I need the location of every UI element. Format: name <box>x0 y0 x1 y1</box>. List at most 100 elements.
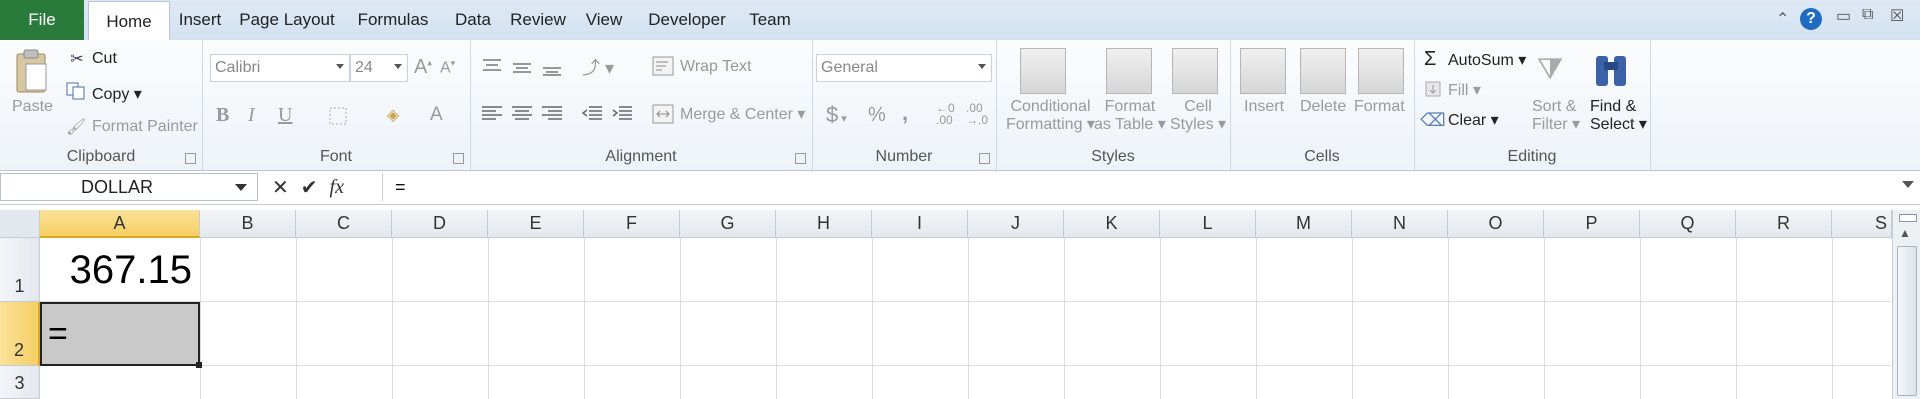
number-launcher-icon[interactable] <box>979 153 990 164</box>
percent-button[interactable]: % <box>868 104 886 127</box>
tab-formulas[interactable]: Formulas <box>342 0 444 40</box>
name-box[interactable]: DOLLAR <box>0 173 258 201</box>
column-header-r[interactable]: R <box>1736 210 1832 238</box>
column-header-b[interactable]: B <box>200 210 296 238</box>
tab-insert[interactable]: Insert <box>168 0 232 40</box>
merge-center-icon[interactable] <box>652 104 674 124</box>
tab-developer[interactable]: Developer <box>634 0 740 40</box>
paste-icon[interactable] <box>14 48 48 94</box>
bold-button[interactable]: B <box>216 104 229 127</box>
top-align-icon[interactable] <box>480 56 504 74</box>
fill-icon[interactable] <box>1424 80 1442 98</box>
delete-cells-icon[interactable] <box>1300 48 1346 94</box>
italic-button[interactable]: I <box>248 104 255 127</box>
column-header-s[interactable]: S <box>1832 210 1892 238</box>
fill-color-icon[interactable]: ◈ <box>382 104 404 126</box>
insert-cells-button[interactable]: Insert <box>1244 98 1284 116</box>
cell-styles-button[interactable]: Cell Styles ▾ <box>1170 98 1226 134</box>
insert-cells-icon[interactable] <box>1240 48 1286 94</box>
insert-function-icon[interactable]: fx <box>330 176 344 199</box>
confirm-entry-icon[interactable]: ✔ <box>301 175 318 200</box>
increase-indent-icon[interactable] <box>610 104 634 122</box>
alignment-launcher-icon[interactable] <box>795 153 806 164</box>
cell-styles-icon[interactable] <box>1172 48 1218 94</box>
sort-filter-icon[interactable]: ⧩ <box>1530 48 1570 92</box>
window-minimize-icon[interactable]: ▭ <box>1836 6 1851 26</box>
align-left-icon[interactable] <box>480 104 504 122</box>
fill-handle[interactable] <box>196 362 202 368</box>
row-header-3[interactable]: 3 <box>0 366 40 399</box>
find-select-binoculars-icon[interactable] <box>1590 48 1632 92</box>
column-header-n[interactable]: N <box>1352 210 1448 238</box>
column-header-c[interactable]: C <box>296 210 392 238</box>
copy-icon[interactable] <box>66 82 86 100</box>
row-header-2[interactable]: 2 <box>0 302 40 366</box>
grow-font-icon[interactable]: A▴ <box>414 56 432 79</box>
cut-button[interactable]: Cut <box>92 50 117 68</box>
align-center-icon[interactable] <box>510 104 534 122</box>
number-format-combo[interactable]: General <box>816 54 992 82</box>
font-launcher-icon[interactable] <box>453 153 464 164</box>
merge-center-button[interactable]: Merge & Center ▾ <box>680 104 805 124</box>
middle-align-icon[interactable] <box>510 58 534 76</box>
delete-cells-button[interactable]: Delete <box>1300 98 1346 116</box>
format-painter-button[interactable]: Format Painter <box>92 118 198 136</box>
borders-icon[interactable] <box>328 106 348 126</box>
minimize-ribbon-icon[interactable]: ⌃ <box>1776 9 1789 29</box>
underline-button[interactable]: U <box>278 104 292 127</box>
font-name-combo[interactable]: Calibri <box>210 54 350 82</box>
increase-decimal-icon[interactable]: ←0.00 <box>936 102 955 126</box>
format-cells-icon[interactable] <box>1358 48 1404 94</box>
column-header-q[interactable]: Q <box>1640 210 1736 238</box>
formula-input[interactable]: = <box>382 173 1892 201</box>
scroll-up-icon[interactable]: ▲ <box>1899 226 1911 240</box>
comma-style-button[interactable]: , <box>902 100 908 126</box>
clear-eraser-icon[interactable]: ⌫ <box>1420 110 1445 130</box>
column-header-m[interactable]: M <box>1256 210 1352 238</box>
decrease-decimal-icon[interactable]: .00 →.0 <box>966 102 988 126</box>
column-header-k[interactable]: K <box>1064 210 1160 238</box>
column-header-p[interactable]: P <box>1544 210 1640 238</box>
column-header-a[interactable]: A <box>40 210 200 238</box>
autosum-icon[interactable]: Σ <box>1424 48 1436 71</box>
column-header-f[interactable]: F <box>584 210 680 238</box>
wrap-text-button[interactable]: Wrap Text <box>680 58 751 76</box>
sort-filter-button[interactable]: Sort & Filter ▾ <box>1532 98 1580 134</box>
font-color-icon[interactable]: A <box>430 104 443 126</box>
select-all-corner[interactable] <box>0 210 40 238</box>
tab-home[interactable]: Home <box>88 1 170 42</box>
column-header-o[interactable]: O <box>1448 210 1544 238</box>
column-header-l[interactable]: L <box>1160 210 1256 238</box>
column-header-g[interactable]: G <box>680 210 776 238</box>
tab-review[interactable]: Review <box>502 0 574 40</box>
bottom-align-icon[interactable] <box>540 60 564 78</box>
fill-button[interactable]: Fill ▾ <box>1448 80 1481 100</box>
help-icon[interactable]: ? <box>1800 8 1822 30</box>
format-as-table-button[interactable]: Format as Table ▾ <box>1094 98 1166 134</box>
align-right-icon[interactable] <box>540 104 564 122</box>
conditional-formatting-button[interactable]: Conditional Formatting ▾ <box>1006 98 1095 134</box>
currency-button[interactable]: $ ▾ <box>826 102 847 128</box>
cancel-entry-icon[interactable]: ✕ <box>272 175 289 200</box>
cell-a1[interactable]: 367.15 <box>40 238 200 302</box>
clear-button[interactable]: Clear ▾ <box>1448 110 1499 130</box>
format-painter-icon[interactable]: 🖌 <box>66 118 86 136</box>
column-header-h[interactable]: H <box>776 210 872 238</box>
tab-page-layout[interactable]: Page Layout <box>232 0 342 40</box>
cut-icon[interactable]: ✂ <box>68 50 86 68</box>
autosum-button[interactable]: AutoSum ▾ <box>1448 50 1526 70</box>
format-cells-button[interactable]: Format <box>1354 98 1405 116</box>
tab-data[interactable]: Data <box>444 0 502 40</box>
orientation-icon[interactable]: ⤴ ▾ <box>582 54 614 80</box>
copy-button[interactable]: Copy ▾ <box>92 84 142 104</box>
scroll-thumb[interactable] <box>1897 246 1917 396</box>
font-size-combo[interactable]: 24 <box>350 54 408 82</box>
tab-view[interactable]: View <box>574 0 634 40</box>
clipboard-launcher-icon[interactable] <box>185 153 196 164</box>
window-close-icon[interactable]: ☒ <box>1890 6 1904 26</box>
wrap-text-icon[interactable] <box>652 56 674 76</box>
decrease-indent-icon[interactable] <box>580 104 604 122</box>
vertical-scrollbar[interactable]: ▲ <box>1892 210 1920 399</box>
expand-formula-bar-icon[interactable] <box>1902 181 1914 188</box>
conditional-formatting-icon[interactable] <box>1020 48 1066 94</box>
